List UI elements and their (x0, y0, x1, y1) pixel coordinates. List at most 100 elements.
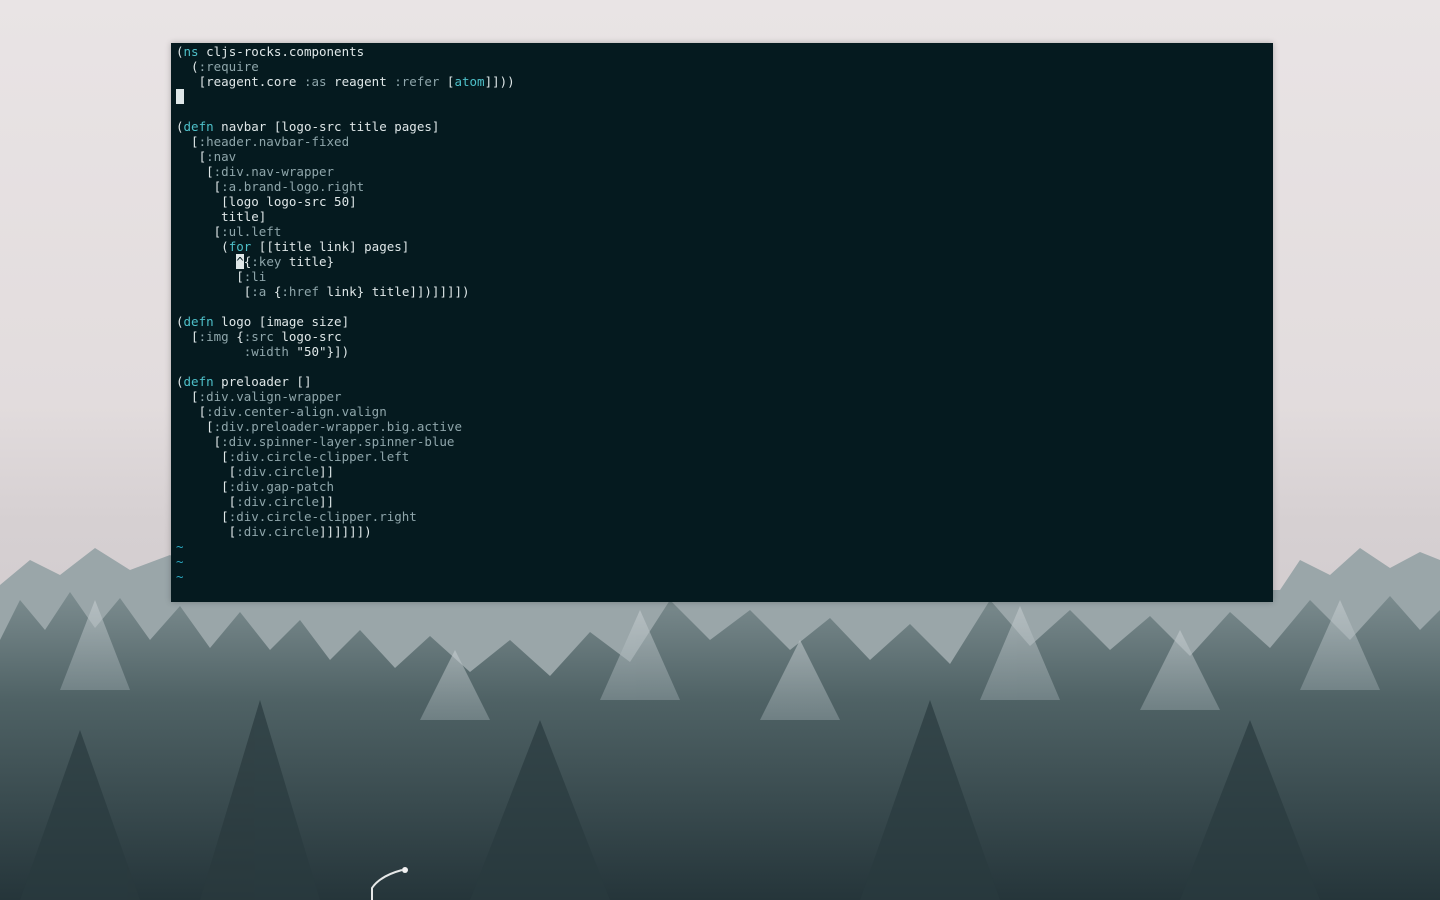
code-token: :require (198, 59, 259, 74)
code-token: [ (176, 149, 207, 164)
code-token: [ (176, 164, 214, 179)
code-token: navbar [logo-src title pages] (213, 119, 440, 134)
code-line: title] (176, 209, 515, 224)
code-token: ( (176, 314, 184, 329)
code-token: [ (176, 464, 237, 479)
code-token: :width (243, 344, 289, 359)
code-token: [ (176, 134, 199, 149)
code-line: [reagent.core :as reagent :refer [atom]]… (176, 74, 515, 89)
code-token: :div.nav-wrapper (213, 164, 335, 179)
code-token: :div.circle-clipper.left (228, 449, 410, 464)
code-token: { (266, 284, 282, 299)
code-token: [ (176, 419, 214, 434)
code-token: ( (176, 119, 184, 134)
code-line: [:div.center-align.valign (176, 404, 515, 419)
code-token: :nav (206, 149, 237, 164)
code-line: (defn preloader [] (176, 374, 515, 389)
code-token: [reagent.core (176, 74, 304, 89)
code-token: [logo logo-src 50] (176, 194, 357, 209)
code-token: defn (183, 374, 214, 389)
code-token: ( (176, 59, 199, 74)
code-line: (ns cljs-rocks.components (176, 44, 515, 59)
code-token: for (228, 239, 252, 254)
code-token: :div.spinner-layer.spinner-blue (221, 434, 455, 449)
code-token: ( (176, 374, 184, 389)
code-token: atom (454, 74, 485, 89)
text-cursor (176, 89, 184, 104)
code-line: (:require (176, 59, 515, 74)
code-token: :header.navbar-fixed (198, 134, 350, 149)
code-token: :key (251, 254, 282, 269)
code-line: [:a {:href link} title]])]]]]) (176, 284, 515, 299)
text-cursor: ^ (236, 254, 244, 269)
code-token: defn (183, 119, 214, 134)
code-token: :refer (394, 74, 440, 89)
code-token: [ (176, 509, 229, 524)
code-token: [ (176, 284, 252, 299)
code-line: ~ (176, 569, 515, 584)
code-line: [:div.spinner-layer.spinner-blue (176, 434, 515, 449)
code-line: [:div.circle]] (176, 494, 515, 509)
code-token: [ (176, 494, 237, 509)
code-line: [:ul.left (176, 224, 515, 239)
code-token: :href (281, 284, 320, 299)
code-token: preloader [] (213, 374, 312, 389)
code-token: :as (303, 74, 327, 89)
code-line: [:nav (176, 149, 515, 164)
code-line: [:div.circle-clipper.left (176, 449, 515, 464)
code-token: "50"}]) (288, 344, 350, 359)
code-token: ns (183, 44, 199, 59)
code-token: :img (198, 329, 229, 344)
terminal-window[interactable]: (ns cljs-rocks.components (:require [rea… (171, 43, 1273, 602)
code-line: [:div.nav-wrapper (176, 164, 515, 179)
code-line: :width "50"}]) (176, 344, 515, 359)
code-token: [ (176, 329, 199, 344)
code-token: [ (176, 479, 229, 494)
code-token: ]] (319, 494, 335, 509)
empty-line-marker: ~ (176, 554, 184, 569)
code-line: [:li (176, 269, 515, 284)
code-token: :div.circle (236, 524, 320, 539)
code-line: ~ (176, 539, 515, 554)
code-token: :div.gap-patch (228, 479, 335, 494)
code-token: logo [image size] (213, 314, 350, 329)
code-token: :ul.left (221, 224, 282, 239)
code-line: [:div.circle]] (176, 464, 515, 479)
code-token: link} title]])]]]]) (319, 284, 470, 299)
code-line: [:div.circle]]]]]]) (176, 524, 515, 539)
code-line: (defn navbar [logo-src title pages] (176, 119, 515, 134)
code-token: :a.brand-logo.right (221, 179, 365, 194)
code-token: reagent (326, 74, 395, 89)
code-token: ]] (319, 464, 335, 479)
code-token: defn (183, 314, 214, 329)
code-token: ( (176, 239, 229, 254)
code-token: [[title link] pages] (251, 239, 410, 254)
code-line: [:div.gap-patch (176, 479, 515, 494)
code-token: [ (176, 449, 229, 464)
code-token: [ (176, 524, 237, 539)
code-token: logo-src (273, 329, 342, 344)
code-token: [ (176, 404, 207, 419)
code-token: [ (176, 269, 244, 284)
code-line: ^{:key title} (176, 254, 515, 269)
empty-line-marker: ~ (176, 569, 184, 584)
code-line: (defn logo [image size] (176, 314, 515, 329)
code-token: :div.center-align.valign (206, 404, 387, 419)
code-token: :src (243, 329, 274, 344)
empty-line-marker: ~ (176, 539, 184, 554)
code-token: [ (176, 434, 222, 449)
code-token: ]]]]]]) (319, 524, 372, 539)
code-token: title} (281, 254, 335, 269)
code-line: [:div.circle-clipper.right (176, 509, 515, 524)
code-token: :div.circle-clipper.right (228, 509, 417, 524)
code-buffer[interactable]: (ns cljs-rocks.components (:require [rea… (176, 44, 515, 584)
code-line: [logo logo-src 50] (176, 194, 515, 209)
code-token: { (228, 329, 244, 344)
code-line: [:div.preloader-wrapper.big.active (176, 419, 515, 434)
code-token: [ (176, 224, 222, 239)
